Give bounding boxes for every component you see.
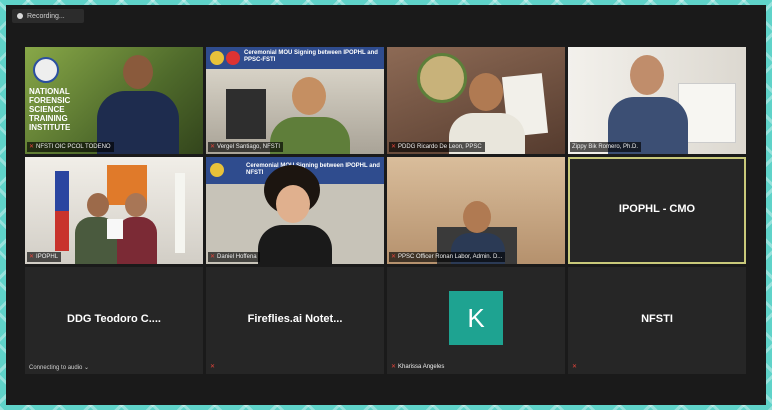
participant-name: PPSC Officer Ronan Labor, Admin. D... xyxy=(398,254,503,260)
muted-mic-icon: ✕ xyxy=(391,364,397,370)
participant-name-tag: Zippy Bik Romero, Ph.D. xyxy=(570,142,642,152)
face xyxy=(463,201,491,233)
video-tile-active-speaker[interactable]: IPOPHL - CMO xyxy=(568,157,746,264)
face xyxy=(292,77,326,115)
face xyxy=(123,55,153,89)
participant-name-tag: ✕ Daniel Hoffena xyxy=(208,252,260,262)
video-tile[interactable]: K ✕ Kharissa Angeles xyxy=(387,267,565,374)
logo-icon xyxy=(210,51,224,65)
participant-label: NFSTI xyxy=(641,313,673,325)
participant-name-tag: ✕ PDDG Ricardo De Leon, PPSC xyxy=(389,142,485,152)
video-tile[interactable]: ✕ PDDG Ricardo De Leon, PPSC xyxy=(387,47,565,154)
muted-mic-icon: ✕ xyxy=(210,364,216,370)
recording-indicator[interactable]: Recording... xyxy=(12,9,84,23)
shirt xyxy=(117,217,157,264)
muted-mic-icon: ✕ xyxy=(210,254,216,260)
participant-name: Zippy Bik Romero, Ph.D. xyxy=(572,144,639,150)
video-tile[interactable]: DDG Teodoro C.... Connecting to audio ⌄ xyxy=(25,267,203,374)
recording-label: Recording... xyxy=(27,12,65,20)
chair xyxy=(226,89,266,139)
participant-name: PDDG Ricardo De Leon, PPSC xyxy=(398,144,482,150)
participant-name: Vergel Santiago, NFSTI xyxy=(217,144,281,150)
video-tile[interactable]: Ceremonial MOU Signing between IPOPHL an… xyxy=(206,47,384,154)
participant-name: IPOPHL xyxy=(36,254,59,260)
video-tile[interactable]: Zippy Bik Romero, Ph.D. xyxy=(568,47,746,154)
flag xyxy=(55,171,69,251)
muted-mic-icon: ✕ xyxy=(391,254,397,260)
video-tile[interactable]: NFSTI ✕ xyxy=(568,267,746,374)
avatar: K xyxy=(449,291,503,345)
participant-label: DDG Teodoro C.... xyxy=(67,313,161,325)
participant-name-tag: ✕ Kharissa Angeles xyxy=(389,362,447,372)
meeting-window: Recording... NATIONAL FORENSIC SCIENCE T… xyxy=(6,5,766,405)
event-banner-text: Ceremonial MOU Signing between IPOPHL an… xyxy=(244,50,378,63)
video-tile[interactable]: ✕ IPOPHL xyxy=(25,157,203,264)
muted-mic-icon: ✕ xyxy=(572,364,578,370)
document xyxy=(107,219,123,239)
logo-icon xyxy=(210,163,224,177)
logo-icon xyxy=(226,51,240,65)
video-tile[interactable]: NATIONAL FORENSIC SCIENCE TRAINING INSTI… xyxy=(25,47,203,154)
muted-mic-icon: ✕ xyxy=(29,254,35,260)
video-tile[interactable]: ✕ PPSC Officer Ronan Labor, Admin. D... xyxy=(387,157,565,264)
video-tile[interactable]: Fireflies.ai Notet... ✕ xyxy=(206,267,384,374)
participant-label: Fireflies.ai Notet... xyxy=(247,313,343,325)
seal-icon xyxy=(417,53,467,103)
face xyxy=(469,73,503,111)
participant-name-tag: ✕ PPSC Officer Ronan Labor, Admin. D... xyxy=(389,252,506,262)
participant-name: Daniel Hoffena xyxy=(217,254,257,260)
video-tile[interactable]: Ceremonial MOU Signing between IPOPHL an… xyxy=(206,157,384,264)
participant-name-tag: ✕ Vergel Santiago, NFSTI xyxy=(208,142,284,152)
participant-name-tag: ✕ xyxy=(570,362,580,372)
flag xyxy=(175,173,185,253)
face xyxy=(276,185,310,223)
record-icon xyxy=(17,13,23,19)
audio-status: Connecting to audio ⌄ xyxy=(29,365,90,371)
suit xyxy=(258,225,332,264)
face xyxy=(87,193,109,217)
participant-name: Kharissa Angeles xyxy=(398,364,445,370)
muted-mic-icon: ✕ xyxy=(210,144,216,150)
seal-icon xyxy=(33,57,59,83)
face xyxy=(125,193,147,217)
participant-name-tag: ✕ NFSTI OIC PCOL TODENO xyxy=(27,142,114,152)
participant-name-tag: ✕ xyxy=(208,362,218,372)
muted-mic-icon: ✕ xyxy=(391,144,397,150)
face xyxy=(630,55,664,95)
participant-name: NFSTI OIC PCOL TODENO xyxy=(36,144,111,150)
participant-name-tag: ✕ IPOPHL xyxy=(27,252,62,262)
institution-banner: NATIONAL FORENSIC SCIENCE TRAINING INSTI… xyxy=(29,87,71,132)
muted-mic-icon: ✕ xyxy=(29,144,35,150)
chevron-down-icon: ⌄ xyxy=(84,365,90,371)
participant-label: IPOPHL - CMO xyxy=(618,203,696,215)
